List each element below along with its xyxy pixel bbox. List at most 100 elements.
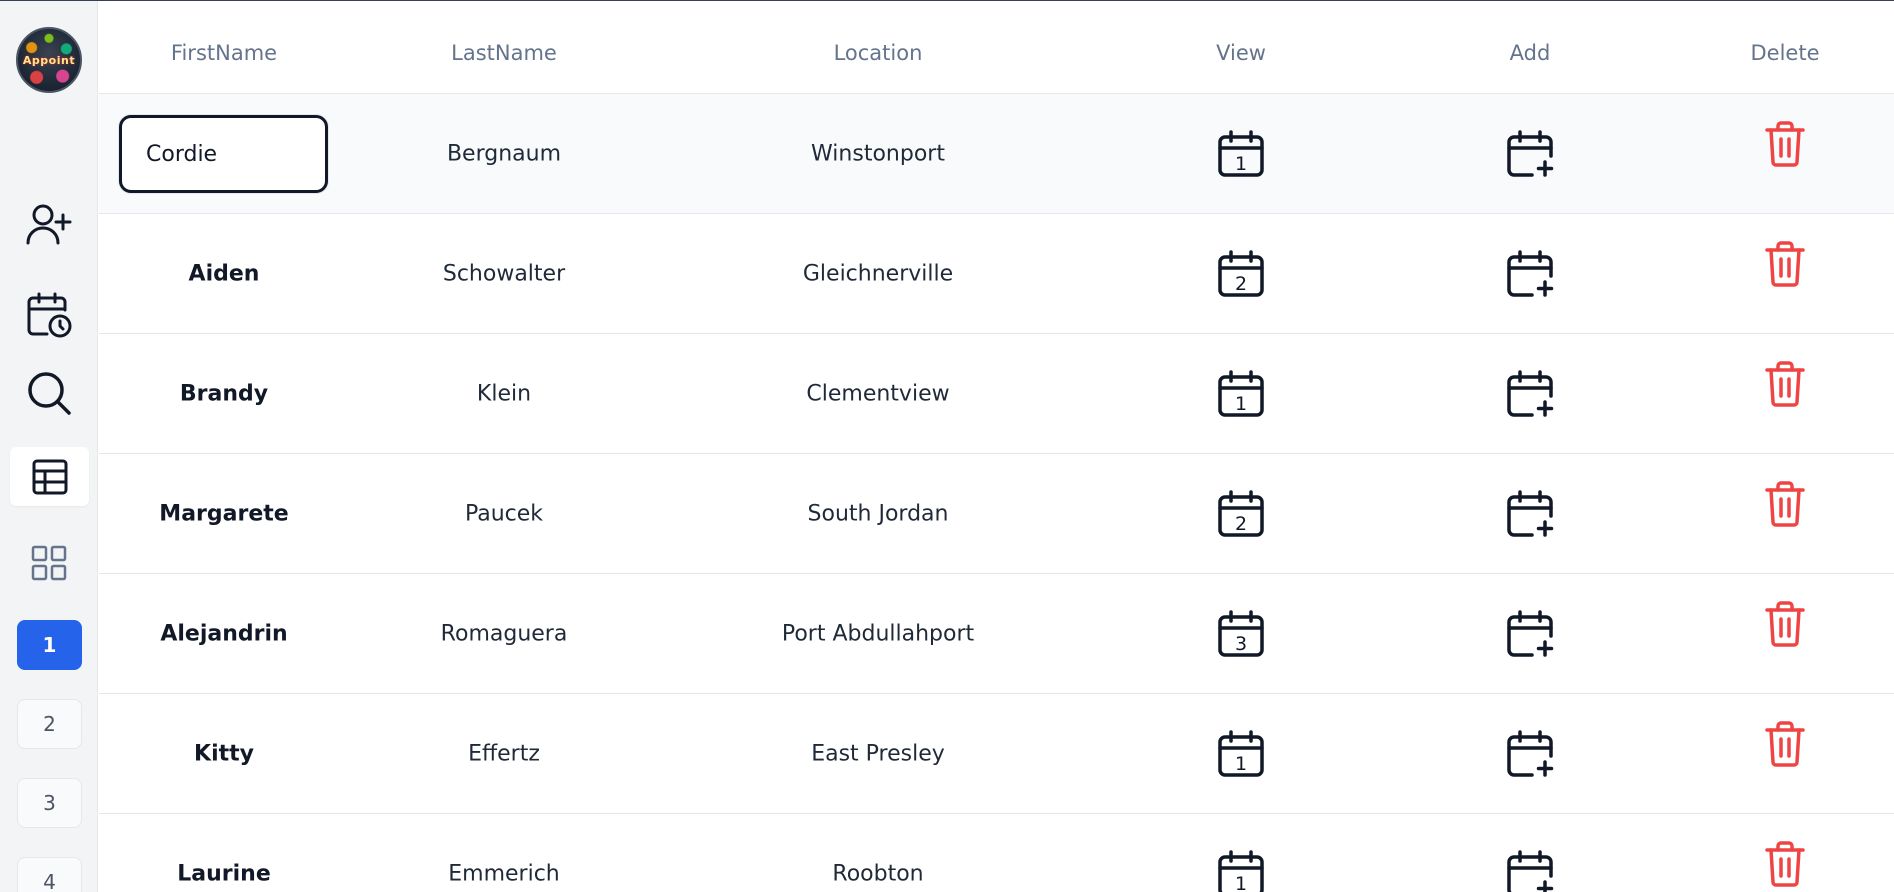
delete-button[interactable] [1763, 120, 1807, 168]
appointment-count: 1 [1235, 153, 1247, 175]
calendar-count-icon: 3 [1218, 609, 1264, 657]
appointment-count: 3 [1235, 633, 1247, 655]
trash-icon [1765, 840, 1805, 887]
table-icon [32, 459, 67, 494]
table-row: Laurine Emmerich Roobton 1 [99, 814, 1894, 892]
delete-button[interactable] [1763, 480, 1807, 528]
location-cell: Winstonport [811, 141, 945, 166]
calendar-plus-icon [1507, 369, 1554, 417]
header-first-name[interactable]: FirstName [171, 41, 277, 65]
add-user-icon [26, 204, 72, 245]
table-row: Aiden Schowalter Gleichnerville 2 [99, 214, 1894, 334]
page-button-4[interactable]: 4 [17, 857, 82, 892]
calendar-plus-icon [1507, 729, 1554, 777]
app-logo[interactable]: Appoint [16, 27, 82, 93]
first-name-cell[interactable]: Margarete [159, 501, 288, 526]
last-name-cell: Romaguera [440, 621, 568, 646]
first-name-cell[interactable]: Brandy [180, 381, 268, 406]
location-cell: Clementview [806, 381, 950, 406]
table-view-button[interactable] [10, 447, 89, 506]
trash-icon [1765, 240, 1805, 287]
last-name-cell: Paucek [464, 501, 544, 526]
calendar-plus-icon [1507, 489, 1554, 537]
calendar-plus-icon [1507, 129, 1554, 177]
appointment-count: 1 [1235, 753, 1247, 775]
calendar-clock-icon [27, 292, 72, 338]
last-name-cell: Schowalter [442, 261, 566, 286]
last-name-cell: Effertz [468, 741, 540, 766]
table-header: FirstName LastName Location View Add Del… [99, 1, 1894, 94]
table-row: Kitty Effertz East Presley 1 [99, 694, 1894, 814]
calendar-count-icon: 2 [1218, 489, 1264, 537]
search-icon [28, 372, 71, 415]
location-cell: East Presley [811, 741, 945, 766]
last-name-cell: Bergnaum [446, 141, 562, 166]
header-add: Add [1509, 41, 1551, 65]
add-appointment-button[interactable] [1504, 608, 1556, 660]
delete-button[interactable] [1763, 600, 1807, 648]
delete-button[interactable] [1763, 240, 1807, 288]
trash-icon [1765, 480, 1805, 527]
trash-icon [1765, 120, 1805, 167]
location-cell: South Jordan [807, 501, 949, 526]
calendar-plus-icon [1507, 249, 1554, 297]
add-user-button[interactable] [21, 197, 77, 253]
view-appointments-button[interactable]: 1 [1215, 728, 1267, 780]
view-appointments-button[interactable]: 1 [1215, 848, 1267, 892]
table-row: Brandy Klein Clementview 1 [99, 334, 1894, 454]
logo-text: Appoint [22, 53, 76, 67]
last-name-cell: Klein [476, 381, 532, 406]
view-appointments-button[interactable]: 1 [1215, 128, 1267, 180]
grid-icon [31, 545, 67, 581]
view-appointments-button[interactable]: 2 [1215, 248, 1267, 300]
schedule-button[interactable] [21, 287, 77, 343]
calendar-count-icon: 1 [1218, 729, 1264, 777]
app-window: Appoint 1 2 3 4 FirstName LastName Locat… [0, 0, 1894, 892]
header-delete: Delete [1750, 41, 1820, 65]
view-appointments-button[interactable]: 1 [1215, 368, 1267, 420]
last-name-cell: Emmerich [448, 861, 560, 886]
delete-button[interactable] [1763, 360, 1807, 408]
trash-icon [1765, 600, 1805, 647]
calendar-plus-icon [1507, 849, 1554, 892]
page-button-1[interactable]: 1 [17, 620, 82, 670]
view-appointments-button[interactable]: 3 [1215, 608, 1267, 660]
header-last-name[interactable]: LastName [451, 41, 557, 65]
page-button-3[interactable]: 3 [17, 778, 82, 828]
first-name-cell[interactable]: Alejandrin [160, 621, 287, 646]
delete-button[interactable] [1763, 720, 1807, 768]
search-button[interactable] [21, 365, 77, 421]
appointment-count: 1 [1235, 873, 1247, 892]
page-button-2[interactable]: 2 [17, 699, 82, 749]
first-name-cell[interactable]: Aiden [189, 261, 260, 286]
appointment-count: 2 [1235, 513, 1247, 535]
table-row: Bergnaum Winstonport 1 [99, 94, 1894, 214]
add-appointment-button[interactable] [1504, 128, 1556, 180]
add-appointment-button[interactable] [1504, 368, 1556, 420]
view-appointments-button[interactable]: 2 [1215, 488, 1267, 540]
first-name-input[interactable] [119, 115, 328, 193]
location-cell: Roobton [832, 861, 924, 886]
table-row: Alejandrin Romaguera Port Abdullahport 3 [99, 574, 1894, 694]
grid-view-button[interactable] [21, 535, 77, 591]
first-name-cell[interactable]: Laurine [177, 861, 271, 886]
add-appointment-button[interactable] [1504, 728, 1556, 780]
location-cell: Gleichnerville [802, 261, 954, 286]
header-location[interactable]: Location [834, 41, 923, 65]
calendar-count-icon: 1 [1218, 849, 1264, 892]
add-appointment-button[interactable] [1504, 248, 1556, 300]
records-table: FirstName LastName Location View Add Del… [99, 1, 1894, 892]
sidebar: Appoint 1 2 3 4 [0, 1, 98, 892]
table-row: Margarete Paucek South Jordan 2 [99, 454, 1894, 574]
add-appointment-button[interactable] [1504, 488, 1556, 540]
add-appointment-button[interactable] [1504, 848, 1556, 892]
header-view: View [1216, 41, 1266, 65]
first-name-cell[interactable]: Kitty [194, 741, 254, 766]
calendar-count-icon: 1 [1218, 369, 1264, 417]
appointment-count: 1 [1235, 393, 1247, 415]
delete-button[interactable] [1763, 840, 1807, 888]
location-cell: Port Abdullahport [781, 621, 975, 646]
calendar-count-icon: 1 [1218, 129, 1264, 177]
trash-icon [1765, 720, 1805, 767]
calendar-plus-icon [1507, 609, 1554, 657]
